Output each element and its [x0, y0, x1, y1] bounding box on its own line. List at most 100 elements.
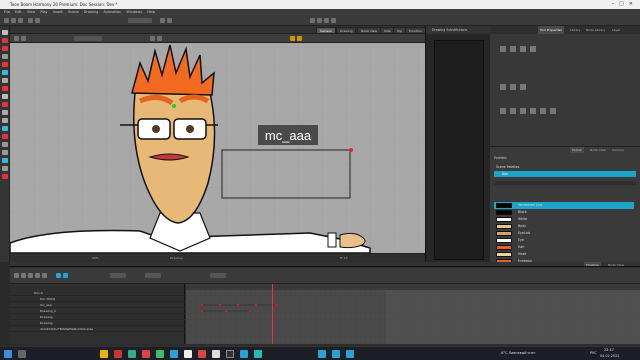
- dropper-tool-icon[interactable]: [2, 102, 8, 107]
- app-icon-4[interactable]: [170, 350, 178, 358]
- render-mode-dropdown[interactable]: [74, 36, 102, 41]
- yandex-browser-icon[interactable]: [114, 350, 122, 358]
- swatch-row[interactable]: Hair: [494, 244, 634, 251]
- tab-node-library[interactable]: Node Library: [584, 26, 607, 34]
- zoom-tool-icon[interactable]: [2, 110, 8, 115]
- file-explorer-icon[interactable]: [100, 350, 108, 358]
- app-icon-5[interactable]: [184, 350, 192, 358]
- transform-tool-icon[interactable]: [2, 94, 8, 99]
- first-frame-icon[interactable]: [14, 273, 19, 278]
- keyframe[interactable]: [274, 303, 278, 307]
- language-indicator[interactable]: РУС: [590, 351, 596, 355]
- view-tool-icon-4[interactable]: [157, 36, 162, 41]
- onion-skin-icon[interactable]: [290, 36, 295, 41]
- flip-icon-6[interactable]: [550, 108, 556, 114]
- tab-node-view[interactable]: Node View: [357, 27, 381, 34]
- open-icon[interactable]: [11, 18, 16, 23]
- align-icon-2[interactable]: [510, 84, 516, 90]
- tool-icon-d[interactable]: [331, 18, 336, 23]
- sound-icon[interactable]: [63, 273, 68, 278]
- tool-icon-c[interactable]: [324, 18, 329, 23]
- tab-camera[interactable]: Camera: [316, 27, 336, 34]
- tab-colour-camera[interactable]: Camera: [610, 147, 626, 153]
- tool-prop-icon-4[interactable]: [530, 46, 536, 52]
- app-icon-6[interactable]: [198, 350, 206, 358]
- keyframe[interactable]: [218, 303, 222, 307]
- view-tool-icon-1[interactable]: [14, 36, 19, 41]
- app-icon-8[interactable]: [226, 350, 234, 358]
- camera-view-canvas[interactable]: mc_aaa: [10, 43, 425, 253]
- menu-file[interactable]: File: [4, 9, 10, 16]
- last-frame-icon[interactable]: [42, 273, 47, 278]
- menu-drawing[interactable]: Drawing: [84, 9, 99, 16]
- tool-icon-a[interactable]: [310, 18, 315, 23]
- workspace-dropdown[interactable]: [128, 18, 152, 23]
- paint-tool-icon[interactable]: [2, 70, 8, 75]
- clock-date[interactable]: 04.02.2022: [600, 354, 619, 358]
- keyframe[interactable]: [200, 303, 204, 307]
- view-tool-icon-2[interactable]: [21, 36, 26, 41]
- layer-row[interactable]: dam2k1DocTMANwMaNumbOverLe: [10, 326, 185, 332]
- timeline-frames[interactable]: [186, 284, 640, 344]
- keyframe[interactable]: [236, 303, 240, 307]
- harmony-taskbar-icon-3[interactable]: [346, 350, 354, 358]
- hand-tool-icon[interactable]: [2, 118, 8, 123]
- tab-drawing[interactable]: Drawing: [336, 27, 357, 34]
- flip-icon-5[interactable]: [540, 108, 546, 114]
- menu-play[interactable]: Play: [40, 9, 47, 16]
- swatch-row[interactable]: Head: [494, 251, 634, 258]
- prev-frame-icon[interactable]: [21, 273, 26, 278]
- shape-tool-icon[interactable]: [2, 62, 8, 67]
- keyframe[interactable]: [254, 303, 258, 307]
- harmony-taskbar-icon-2[interactable]: [332, 350, 340, 358]
- window-controls[interactable]: –□✕: [612, 0, 638, 9]
- pencil-tool-icon[interactable]: [2, 46, 8, 51]
- swatch-row[interactable]: Vectorised Line: [494, 202, 634, 209]
- palette-item[interactable]: Doc: [494, 171, 636, 177]
- select-tool-icon[interactable]: [2, 30, 8, 35]
- save-icon[interactable]: [18, 18, 23, 23]
- clock-time[interactable]: 23:17: [604, 348, 614, 352]
- tab-function[interactable]: Function: [405, 27, 426, 34]
- app-icon-3[interactable]: [156, 350, 164, 358]
- tool-prop-icon-1[interactable]: [500, 46, 506, 52]
- app-icon-9[interactable]: [240, 350, 248, 358]
- app-icon-2[interactable]: [142, 350, 150, 358]
- brush-tool-icon[interactable]: [2, 38, 8, 43]
- redo-icon[interactable]: [35, 18, 40, 23]
- menu-view[interactable]: View: [27, 9, 35, 16]
- app-icon-10[interactable]: [254, 350, 262, 358]
- swatch-row[interactable]: Black: [494, 209, 634, 216]
- keyframe[interactable]: [248, 309, 252, 313]
- stop-frame-field[interactable]: [145, 273, 161, 278]
- fps-field[interactable]: [210, 273, 226, 278]
- light-table-icon[interactable]: [297, 36, 302, 41]
- tab-colour[interactable]: Colour: [570, 147, 584, 153]
- app-icon-7[interactable]: [212, 350, 220, 358]
- spline-tool-icon[interactable]: [2, 158, 8, 163]
- tool-prop-icon-2[interactable]: [510, 46, 516, 52]
- menu-animation[interactable]: Animation: [103, 9, 121, 16]
- menu-scene[interactable]: Scene: [68, 9, 79, 16]
- start-frame-field[interactable]: [110, 273, 126, 278]
- swatch-row[interactable]: EyeLids: [494, 230, 634, 237]
- weather-text[interactable]: -6°C Ливневый снег: [500, 351, 535, 355]
- keyframe[interactable]: [200, 309, 204, 313]
- tab-tool-properties[interactable]: Tool Properties: [538, 26, 564, 34]
- smooth-tool-icon[interactable]: [2, 166, 8, 171]
- tab-layer[interactable]: Layer: [610, 26, 622, 34]
- playhead[interactable]: [272, 284, 273, 344]
- align-icon-3[interactable]: [520, 84, 526, 90]
- undo-icon[interactable]: [28, 18, 33, 23]
- swatch-row[interactable]: Body: [494, 223, 634, 230]
- tool-icon-b[interactable]: [317, 18, 322, 23]
- bone-tool-icon[interactable]: [2, 142, 8, 147]
- menu-help[interactable]: Help: [147, 9, 155, 16]
- search-icon[interactable]: [18, 350, 26, 358]
- menu-insert[interactable]: Insert: [53, 9, 63, 16]
- align-icon-1[interactable]: [500, 84, 506, 90]
- harmony-taskbar-icon-1[interactable]: [318, 350, 326, 358]
- next-frame-icon[interactable]: [35, 273, 40, 278]
- view-tool-icon-3[interactable]: [150, 36, 155, 41]
- new-icon[interactable]: [4, 18, 9, 23]
